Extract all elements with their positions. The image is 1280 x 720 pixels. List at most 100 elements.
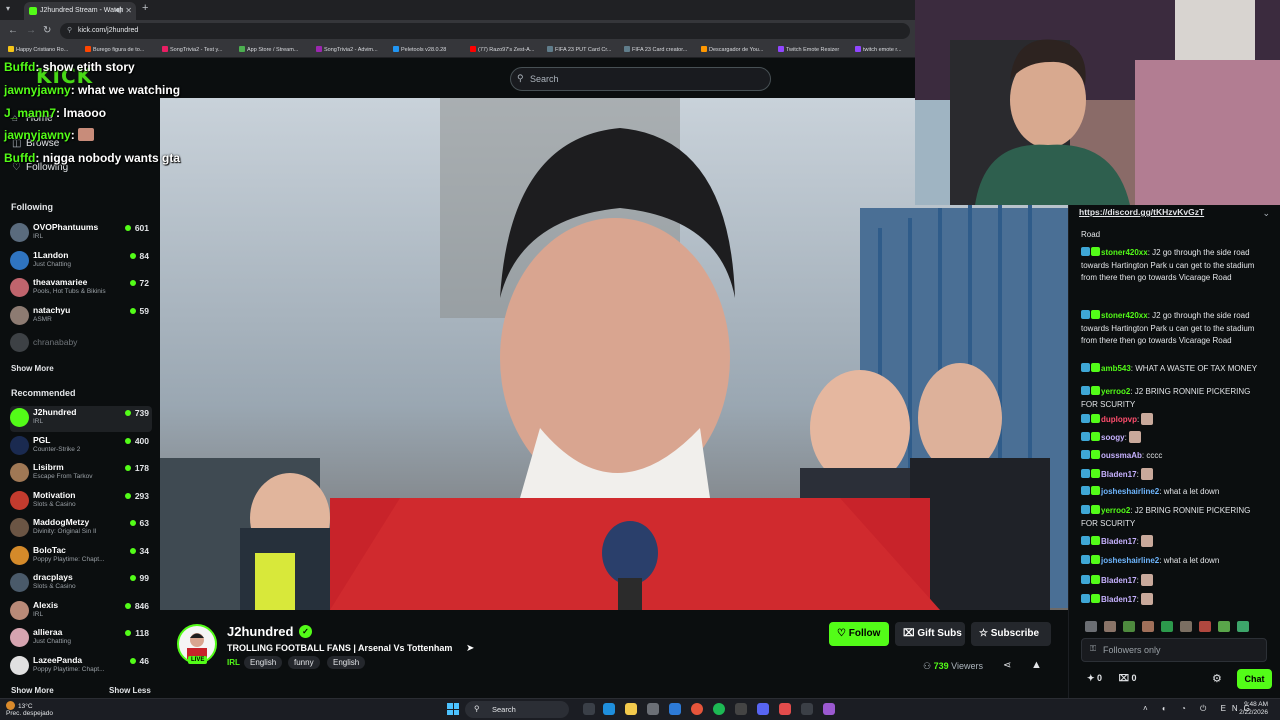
reload-icon[interactable]: ↻: [43, 25, 51, 36]
obs-icon[interactable]: [735, 703, 747, 715]
sidebar-channel[interactable]: J2hundred IRL 739: [10, 406, 152, 432]
task-view-icon[interactable]: [583, 703, 595, 715]
pinned-discord-link[interactable]: https://discord.gg/tKHzvKvGzT: [1079, 207, 1204, 217]
sidebar-channel[interactable]: Motivation Slots & Casino 293: [10, 489, 152, 515]
share-icon[interactable]: ⋖: [1003, 660, 1011, 671]
sidebar-channel[interactable]: allieraa Just Chatting 118: [10, 626, 152, 652]
sidebar-channel[interactable]: LazeePanda Poppy Playtime: Chapt... 46: [10, 654, 152, 680]
tag-chip[interactable]: funny: [288, 656, 320, 669]
send-chat-button[interactable]: Chat: [1237, 669, 1272, 689]
emote-icon[interactable]: [1085, 621, 1097, 632]
channel-category: IRL: [33, 233, 44, 240]
report-icon[interactable]: ▲: [1031, 659, 1042, 671]
kick-points-icon[interactable]: ✦: [1087, 673, 1097, 683]
subscribe-button[interactable]: ☆ Subscribe: [971, 622, 1051, 646]
weather-widget[interactable]: 13°C Prec. despejado: [6, 701, 53, 717]
clock[interactable]: 9:48 AM 2/22/2026: [1239, 701, 1268, 717]
edge-icon[interactable]: [603, 703, 615, 715]
chrome-icon[interactable]: [691, 703, 703, 715]
channel-name[interactable]: J2hundred: [227, 624, 293, 639]
emote-icon[interactable]: [1123, 621, 1135, 632]
sidebar-channel[interactable]: MaddogMetzy Divinity: Original Sin II 63: [10, 516, 152, 542]
new-tab-button[interactable]: +: [142, 2, 148, 14]
chat-username[interactable]: duplopvp: [1101, 415, 1137, 424]
bookmark-item[interactable]: Twitch Emote Resizer: [778, 46, 839, 53]
gear-icon[interactable]: ⚙: [1212, 672, 1222, 685]
show-less-recommended[interactable]: Show Less: [109, 686, 151, 695]
emote-icon[interactable]: [1199, 621, 1211, 632]
tag-chip[interactable]: English: [327, 656, 366, 669]
chat-username[interactable]: Bladen17: [1101, 470, 1137, 479]
emote-icon[interactable]: [1180, 621, 1192, 632]
bookmark-item[interactable]: Happy Cristiano Ro...: [8, 46, 68, 53]
app-icon[interactable]: [779, 703, 791, 715]
forward-icon[interactable]: →: [26, 25, 36, 36]
emote-icon[interactable]: [1237, 621, 1249, 632]
emote-icon[interactable]: [1161, 621, 1173, 632]
spotify-icon[interactable]: [713, 703, 725, 715]
show-more-following[interactable]: Show More: [11, 364, 54, 373]
chat-username[interactable]: Bladen17: [1101, 576, 1137, 585]
site-info-icon[interactable]: ⚲: [67, 26, 72, 34]
sidebar-channel[interactable]: PGL Counter-Strike 2 400: [10, 434, 152, 460]
app-icon[interactable]: [801, 703, 813, 715]
bookmark-item[interactable]: Descargador de You...: [701, 46, 763, 53]
browser-tab[interactable]: J2hundred Stream - Watch ◀) ✕: [24, 2, 136, 20]
sidebar-channel[interactable]: dracplays Slots & Casino 99: [10, 571, 152, 597]
bookmark-item[interactable]: FIFA 23 PUT Card Cr...: [547, 46, 611, 53]
windows-start-icon[interactable]: [447, 703, 459, 715]
store-icon[interactable]: [647, 703, 659, 715]
discord-icon[interactable]: [757, 703, 769, 715]
chat-username[interactable]: Bladen17: [1101, 537, 1137, 546]
chat-username[interactable]: stoner420xx: [1101, 248, 1148, 257]
app-icon[interactable]: [823, 703, 835, 715]
url-field[interactable]: ⚲ kick.com/j2hundred: [60, 23, 910, 39]
chat-username[interactable]: yerroo2: [1101, 387, 1130, 396]
chevron-down-icon[interactable]: ⌄: [1262, 208, 1270, 219]
sidebar-channel[interactable]: 1Landon Just Chatting 84: [10, 249, 152, 275]
chat-username[interactable]: yerroo2: [1101, 506, 1130, 515]
recommended-heading: Recommended: [11, 388, 76, 398]
bookmark-item[interactable]: SongTrivia2 - Test y...: [162, 46, 222, 53]
bookmark-item[interactable]: SongTrivia2 - Advim...: [316, 46, 378, 53]
bookmark-item[interactable]: Burego figura de to...: [85, 46, 144, 53]
category-link[interactable]: IRL: [227, 658, 240, 667]
chat-username[interactable]: amb543: [1101, 364, 1131, 373]
chat-input[interactable]: ⚿ Followers only: [1081, 638, 1267, 662]
sidebar-channel[interactable]: OVOPhantuums IRL 601: [10, 221, 152, 247]
close-tab-icon[interactable]: ✕: [125, 6, 132, 15]
gift-subs-button[interactable]: ⌧ Gift Subs: [895, 622, 965, 646]
tag-chip[interactable]: English: [244, 656, 283, 669]
sidebar-channel[interactable]: natachyu ASMR 59: [10, 304, 152, 330]
bookmark-item[interactable]: Peletools v28.0.28: [393, 46, 446, 53]
show-more-recommended[interactable]: Show More: [11, 686, 54, 695]
gift-icon[interactable]: ⌧: [1119, 673, 1132, 683]
sidebar-channel-offline[interactable]: chranababy: [10, 331, 152, 357]
chat-username[interactable]: Bladen17: [1101, 595, 1137, 604]
emote-icon[interactable]: [1218, 621, 1230, 632]
bookmark-item[interactable]: twitch emote r...: [855, 46, 902, 53]
sidebar-channel[interactable]: Lisibrm Escape From Tarkov 178: [10, 461, 152, 487]
bookmark-item[interactable]: App Store / Stream...: [239, 46, 298, 53]
bookmark-item[interactable]: FIFA 23 Card creator...: [624, 46, 687, 53]
sidebar-channel[interactable]: BoloTac Poppy Playtime: Chapt... 34: [10, 544, 152, 570]
speaker-icon[interactable]: ◀): [114, 6, 122, 14]
badge-icon: [1081, 414, 1090, 423]
sidebar-channel[interactable]: Alexis IRL 846: [10, 599, 152, 625]
follow-button[interactable]: ♡ Follow: [829, 622, 889, 646]
emote-icon[interactable]: [1104, 621, 1116, 632]
bookmark-item[interactable]: (77) Razo97's Zest-A...: [470, 46, 534, 53]
emote-icon[interactable]: [1142, 621, 1154, 632]
chat-username[interactable]: josheshairline2: [1101, 556, 1159, 565]
taskbar-search[interactable]: ⚲ Search: [465, 701, 569, 718]
search-input[interactable]: ⚲ Search: [510, 67, 771, 91]
chat-username[interactable]: oussmaAb: [1101, 451, 1142, 460]
chat-username[interactable]: josheshairline2: [1101, 487, 1159, 496]
chat-username[interactable]: soogy: [1101, 433, 1125, 442]
tab-menu-icon[interactable]: ▾: [6, 4, 10, 13]
sidebar-channel[interactable]: theavamariee Pools, Hot Tubs & Bikinis 72: [10, 276, 152, 302]
back-icon[interactable]: ←: [8, 25, 18, 36]
file-explorer-icon[interactable]: [625, 703, 637, 715]
chat-username[interactable]: stoner420xx: [1101, 311, 1148, 320]
mail-icon[interactable]: [669, 703, 681, 715]
